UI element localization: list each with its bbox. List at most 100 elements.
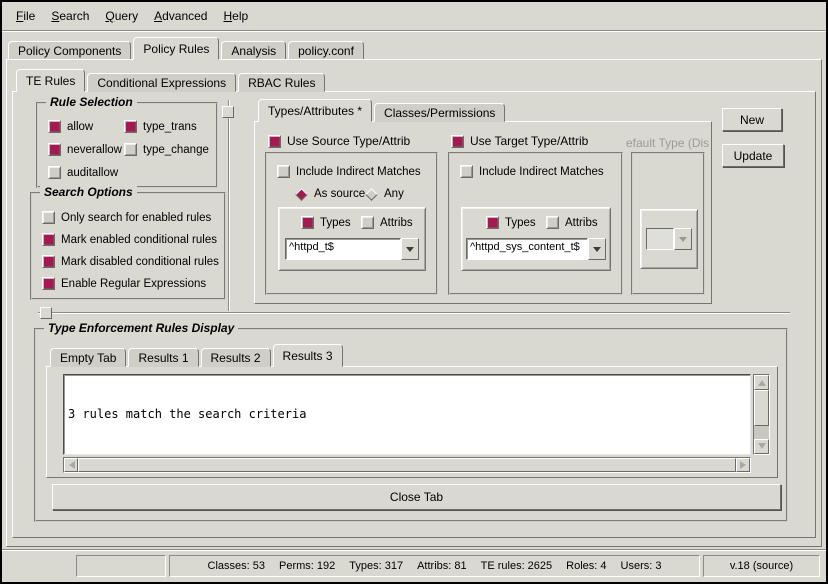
menu-query[interactable]: Query (105, 9, 138, 23)
default-combo-dropdown-icon (674, 228, 692, 250)
neverallow-checkbox[interactable] (48, 143, 61, 156)
type-change-checkbox[interactable] (124, 143, 137, 156)
source-types-box: Types Attribs ^httpd_t$ (278, 207, 426, 271)
source-combo-dropdown-icon[interactable] (401, 238, 419, 260)
tab-types-attributes[interactable]: Types/Attributes * (258, 99, 372, 122)
apol-window: File Search Query Advanced Help Policy C… (0, 0, 828, 584)
auditallow-checkbox[interactable] (48, 166, 61, 179)
results-text-area[interactable]: 3 rules match the search criteria (5822)… (63, 374, 751, 455)
new-button[interactable]: New (722, 108, 782, 131)
regex-option[interactable]: Enable Regular Expressions (42, 277, 206, 290)
use-source-option[interactable]: Use Source Type/Attrib (268, 134, 410, 148)
mark-enabled-option[interactable]: Mark enabled conditional rules (42, 233, 217, 246)
ta-tab-bar: Types/Attributes * Classes/Permissions (258, 100, 507, 122)
neverallow-option[interactable]: neverallow (48, 143, 122, 156)
horizontal-sash-handle[interactable] (40, 307, 52, 319)
source-indirect-label: Include Indirect Matches (296, 166, 421, 178)
menu-search[interactable]: Search (51, 9, 89, 23)
source-indirect-checkbox[interactable] (277, 165, 290, 178)
source-types-checkbox[interactable] (301, 216, 314, 229)
use-source-label: Use Source Type/Attrib (287, 134, 410, 148)
update-button-label: Update (734, 149, 773, 163)
type-trans-option[interactable]: type_trans (124, 120, 197, 133)
regex-checkbox[interactable] (42, 277, 55, 290)
mark-enabled-checkbox[interactable] (42, 233, 55, 246)
enabled-rules-option[interactable]: Only search for enabled rules (42, 211, 211, 224)
tab-te-rules[interactable]: TE Rules (16, 69, 85, 92)
mark-disabled-option[interactable]: Mark disabled conditional rules (42, 255, 219, 268)
tab-results-3[interactable]: Results 3 (273, 344, 343, 367)
update-button[interactable]: Update (722, 144, 784, 167)
target-types-option[interactable]: Types (486, 216, 536, 229)
use-source-checkbox[interactable] (268, 135, 281, 148)
search-options-frame: Search Options Only search for enabled r… (30, 192, 226, 300)
source-attribs-checkbox[interactable] (361, 216, 374, 229)
use-target-option[interactable]: Use Target Type/Attrib (451, 134, 588, 148)
default-type-combo (646, 228, 692, 250)
tab-policy-components[interactable]: Policy Components (8, 41, 131, 60)
tab-policy-conf[interactable]: policy.conf (288, 41, 364, 60)
use-target-checkbox[interactable] (451, 135, 464, 148)
source-type-input[interactable]: ^httpd_t$ (285, 238, 401, 260)
mark-disabled-label: Mark disabled conditional rules (61, 256, 219, 268)
new-button-label: New (740, 113, 764, 127)
any-label: Any (384, 188, 404, 200)
target-combo-dropdown-icon[interactable] (588, 238, 606, 260)
target-type-input[interactable]: ^httpd_sys_content_t$ (466, 238, 588, 260)
enabled-rules-checkbox[interactable] (42, 211, 55, 224)
target-types-label: Types (505, 217, 536, 229)
target-attribs-option[interactable]: Attribs (546, 216, 598, 229)
type-trans-checkbox[interactable] (124, 120, 137, 133)
menu-help[interactable]: Help (223, 9, 248, 23)
status-panel-stats: Classes: 53 Perms: 192 Types: 317 Attrib… (169, 555, 700, 577)
tab-conditional-expressions[interactable]: Conditional Expressions (87, 73, 236, 92)
stat-attribs: Attribs: 81 (417, 560, 467, 572)
menu-advanced[interactable]: Advanced (154, 9, 207, 23)
scroll-up-icon[interactable] (754, 375, 769, 390)
tab-empty[interactable]: Empty Tab (50, 348, 126, 367)
source-type-combo: ^httpd_t$ (285, 238, 419, 260)
allow-checkbox[interactable] (48, 120, 61, 133)
as-source-radio[interactable] (295, 188, 308, 201)
status-panel-empty (76, 555, 166, 577)
target-indirect-checkbox[interactable] (460, 165, 473, 178)
tab-results-1[interactable]: Results 1 (128, 348, 198, 367)
target-indirect-option[interactable]: Include Indirect Matches (460, 165, 604, 178)
allow-label: allow (67, 121, 93, 133)
vertical-scroll-thumb[interactable] (754, 390, 769, 426)
source-types-option[interactable]: Types (301, 216, 351, 229)
horizontal-scrollbar[interactable] (63, 457, 751, 473)
tab-results-2[interactable]: Results 2 (201, 348, 271, 367)
results-header-line: 3 rules match the search criteria (68, 407, 746, 422)
scroll-right-icon[interactable] (736, 458, 750, 472)
vertical-scrollbar[interactable] (753, 374, 770, 455)
target-attribs-checkbox[interactable] (546, 216, 559, 229)
source-attribs-option[interactable]: Attribs (361, 216, 413, 229)
tab-policy-rules[interactable]: Policy Rules (133, 37, 219, 60)
any-radio[interactable] (365, 188, 378, 201)
close-tab-button[interactable]: Close Tab (52, 484, 781, 510)
mark-disabled-checkbox[interactable] (42, 255, 55, 268)
as-source-radio-option[interactable]: As source (295, 188, 365, 200)
vertical-sash-handle[interactable] (222, 106, 234, 118)
tab-analysis[interactable]: Analysis (221, 41, 286, 60)
any-radio-option[interactable]: Any (365, 188, 404, 200)
horizontal-scroll-thumb[interactable] (78, 458, 736, 472)
close-tab-label: Close Tab (390, 490, 443, 504)
tab-rbac-rules[interactable]: RBAC Rules (238, 73, 325, 92)
tab-classes-permissions[interactable]: Classes/Permissions (374, 103, 505, 122)
source-indirect-option[interactable]: Include Indirect Matches (277, 165, 421, 178)
menu-file[interactable]: File (16, 9, 35, 23)
scroll-left-icon[interactable] (64, 458, 78, 472)
type-change-option[interactable]: type_change (124, 143, 209, 156)
stat-te-rules: TE rules: 2625 (481, 560, 553, 572)
te-tab-bar: TE Rules Conditional Expressions RBAC Ru… (16, 69, 327, 92)
target-types-checkbox[interactable] (486, 216, 499, 229)
auditallow-option[interactable]: auditallow (48, 166, 118, 179)
target-type-combo: ^httpd_sys_content_t$ (466, 238, 606, 260)
results-panel: 3 rules match the search criteria (5822)… (46, 366, 778, 478)
results-blank-line (68, 452, 746, 455)
enabled-rules-label: Only search for enabled rules (61, 212, 211, 224)
scroll-down-icon[interactable] (754, 439, 769, 454)
allow-option[interactable]: allow (48, 120, 93, 133)
